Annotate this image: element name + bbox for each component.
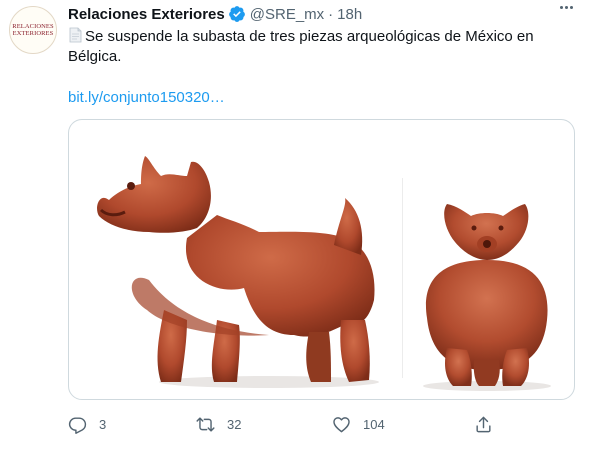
share-button[interactable] [474, 412, 493, 436]
separator: · [328, 5, 334, 23]
tweet-header: Relaciones Exteriores @SRE_mx · 18h [68, 4, 362, 24]
tweet-text-body: Se suspende la subasta de tres piezas ar… [68, 28, 534, 65]
tweet-link[interactable]: bit.ly/conjunto150320… [68, 88, 225, 108]
avatar-line-2: EXTERIORES [12, 30, 54, 37]
share-icon [476, 416, 491, 432]
verified-badge-icon [228, 6, 245, 22]
avatar-line-1: RELACIONES [12, 23, 54, 30]
dog-figure-side-view [97, 156, 379, 388]
heart-icon [333, 416, 350, 432]
retweet-icon [196, 416, 215, 432]
handle[interactable]: @SRE_mx [250, 6, 324, 23]
like-button[interactable]: 104 [332, 412, 385, 436]
like-count: 104 [363, 416, 385, 432]
tweet-text: Se suspende la subasta de tres piezas ar… [68, 27, 568, 67]
reply-icon [68, 416, 87, 434]
document-emoji-icon [69, 27, 82, 43]
retweet-button[interactable]: 32 [196, 412, 241, 436]
display-name[interactable]: Relaciones Exteriores [68, 6, 225, 23]
tweet[interactable]: RELACIONES EXTERIORES Relaciones Exterio… [0, 0, 593, 452]
tweet-media[interactable] [68, 119, 575, 400]
avatar[interactable]: RELACIONES EXTERIORES [9, 6, 57, 54]
reply-button[interactable]: 3 [68, 412, 106, 436]
timestamp[interactable]: 18h [337, 6, 362, 23]
retweet-count: 32 [227, 416, 242, 432]
more-options-icon[interactable] [560, 6, 573, 9]
tweet-actions: 3 32 104 [68, 412, 508, 436]
reply-count: 3 [99, 416, 107, 432]
media-image [97, 156, 551, 391]
dog-figure-front-view [423, 204, 551, 391]
